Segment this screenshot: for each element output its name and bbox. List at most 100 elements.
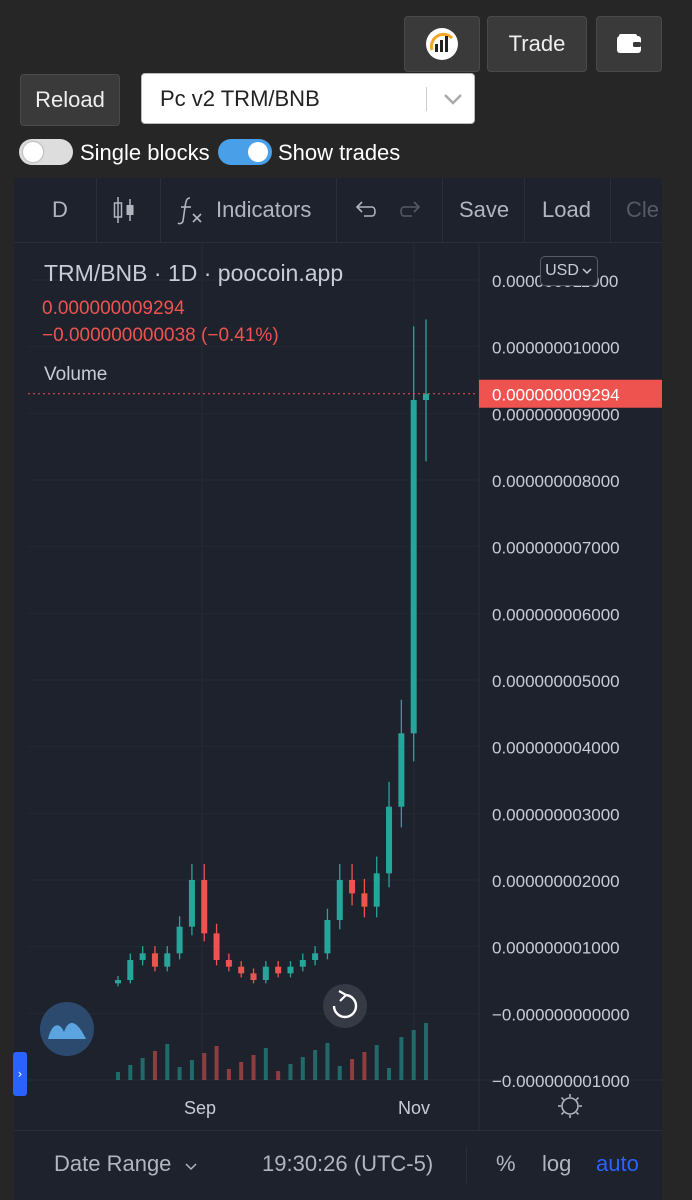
y-axis-label: 0.000000009000 bbox=[492, 405, 620, 424]
indicators-label: Indicators bbox=[216, 197, 312, 222]
toolbar-divider bbox=[524, 178, 525, 242]
volume-bar bbox=[177, 1067, 182, 1080]
select-separator bbox=[426, 87, 427, 111]
toolbar-divider bbox=[160, 178, 161, 242]
volume-bar bbox=[350, 1059, 355, 1080]
undo-button[interactable] bbox=[352, 178, 378, 242]
volume-bar bbox=[263, 1048, 268, 1080]
show-trades-toggle[interactable] bbox=[218, 139, 272, 165]
settings-gear-icon bbox=[560, 1096, 565, 1101]
y-axis-label: 0.000000010000 bbox=[492, 339, 620, 358]
indicators-button[interactable]: Indicators bbox=[176, 178, 311, 242]
wallet-button[interactable] bbox=[596, 16, 662, 72]
chevron-down-icon bbox=[582, 268, 592, 275]
volume-bar bbox=[152, 1051, 157, 1080]
legend-price: 0.000000009294 bbox=[42, 298, 185, 319]
chart-type-button[interactable] bbox=[112, 178, 136, 242]
candle-body bbox=[386, 806, 393, 874]
price-chart[interactable]: 0.0000000110000.0000000100000.0000000090… bbox=[14, 242, 662, 1130]
current-price-badge-text: 0.000000009294 bbox=[492, 386, 620, 405]
candle-body bbox=[213, 933, 220, 960]
volume-bar bbox=[313, 1050, 318, 1080]
volume-bar bbox=[374, 1045, 379, 1080]
candle-body bbox=[139, 953, 146, 960]
reload-button[interactable]: Reload bbox=[20, 74, 120, 126]
toolbar-divider bbox=[610, 178, 611, 242]
y-axis-label: 0.000000002000 bbox=[492, 872, 620, 891]
volume-bar bbox=[202, 1053, 207, 1080]
volume-bar bbox=[288, 1064, 293, 1080]
volume-bar bbox=[226, 1069, 231, 1080]
candle-body bbox=[287, 966, 294, 974]
volume-bar bbox=[424, 1023, 428, 1080]
candle-body bbox=[115, 980, 121, 984]
candle-body bbox=[423, 393, 429, 400]
candle-body bbox=[201, 880, 208, 934]
settings-gear-icon[interactable] bbox=[561, 1097, 579, 1115]
date-range-button[interactable]: Date Range bbox=[54, 1151, 198, 1177]
candle-body bbox=[127, 960, 134, 980]
candle-body bbox=[225, 960, 232, 967]
settings-gear-icon bbox=[560, 1111, 565, 1116]
chart-widget[interactable]: D Indicators Save Load Cle 0.00000001000… bbox=[14, 178, 662, 1200]
show-trades-label: Show trades bbox=[278, 140, 401, 165]
y-axis-label: −0.000000001000 bbox=[492, 1072, 630, 1091]
time-display[interactable]: 19:30:26 (UTC-5) bbox=[262, 1151, 433, 1177]
candle-body bbox=[361, 893, 368, 907]
candle-body bbox=[262, 966, 269, 980]
redo-button[interactable] bbox=[398, 178, 424, 242]
undo-icon bbox=[355, 201, 376, 217]
load-button[interactable]: Load bbox=[542, 178, 591, 242]
chevron-down-icon bbox=[185, 1163, 197, 1171]
poocoin-logo-button[interactable] bbox=[404, 16, 480, 72]
candle-body bbox=[275, 966, 282, 974]
volume-bar bbox=[251, 1055, 256, 1080]
y-axis-label: 0.000000007000 bbox=[492, 539, 620, 558]
y-axis-label: 0.000000003000 bbox=[492, 805, 620, 824]
currency-button[interactable]: USD bbox=[540, 256, 598, 286]
candles-icon bbox=[113, 197, 134, 223]
trade-button[interactable]: Trade bbox=[487, 16, 587, 72]
toolbar-divider bbox=[442, 178, 443, 242]
single-blocks-toggle[interactable] bbox=[19, 139, 73, 165]
candle-body bbox=[250, 973, 257, 980]
chevron-right-icon: › bbox=[17, 1067, 23, 1081]
log-button[interactable]: log bbox=[542, 1151, 571, 1177]
candle-body bbox=[299, 960, 306, 967]
percent-button[interactable]: % bbox=[496, 1151, 516, 1177]
volume-bar bbox=[239, 1062, 244, 1080]
candle-body bbox=[373, 873, 380, 907]
function-icon bbox=[177, 197, 202, 225]
volume-label: Volume bbox=[44, 364, 108, 385]
clear-button[interactable]: Cle bbox=[626, 178, 659, 242]
reset-chart-button[interactable] bbox=[323, 984, 367, 1028]
candle-body bbox=[410, 400, 417, 734]
volume-bar bbox=[399, 1037, 404, 1080]
settings-gear-icon bbox=[575, 1096, 580, 1101]
chart-toolbar: D Indicators Save Load Cle bbox=[14, 178, 662, 243]
pair-select[interactable]: Pc v2 TRM/BNB bbox=[141, 73, 475, 124]
y-axis-label: −0.000000000000 bbox=[492, 1005, 630, 1024]
y-axis-label: 0.000000005000 bbox=[492, 672, 620, 691]
currency-label: USD bbox=[545, 262, 579, 279]
candle-body bbox=[312, 953, 319, 960]
volume-bar bbox=[325, 1043, 330, 1080]
expand-panel-button[interactable]: › bbox=[13, 1052, 27, 1096]
x-axis-label: Sep bbox=[184, 1098, 216, 1118]
volume-bar bbox=[387, 1068, 392, 1080]
volume-bar bbox=[300, 1057, 305, 1080]
toolbar-divider bbox=[96, 178, 97, 242]
volume-bar bbox=[116, 1072, 120, 1080]
interval-button[interactable]: D bbox=[52, 178, 68, 242]
auto-button[interactable]: auto bbox=[596, 1151, 639, 1177]
chart-bottom-bar: Date Range 19:30:26 (UTC-5) % log auto bbox=[14, 1130, 662, 1200]
single-blocks-label: Single blocks bbox=[80, 140, 210, 165]
settings-gear-icon bbox=[575, 1111, 580, 1116]
pair-select-value: Pc v2 TRM/BNB bbox=[160, 86, 320, 111]
chevron-down-icon bbox=[444, 94, 462, 105]
date-range-label: Date Range bbox=[54, 1151, 172, 1176]
save-button[interactable]: Save bbox=[459, 178, 509, 242]
volume-bar bbox=[337, 1066, 342, 1080]
y-axis-label: 0.000000006000 bbox=[492, 605, 620, 624]
candle-body bbox=[188, 880, 195, 927]
